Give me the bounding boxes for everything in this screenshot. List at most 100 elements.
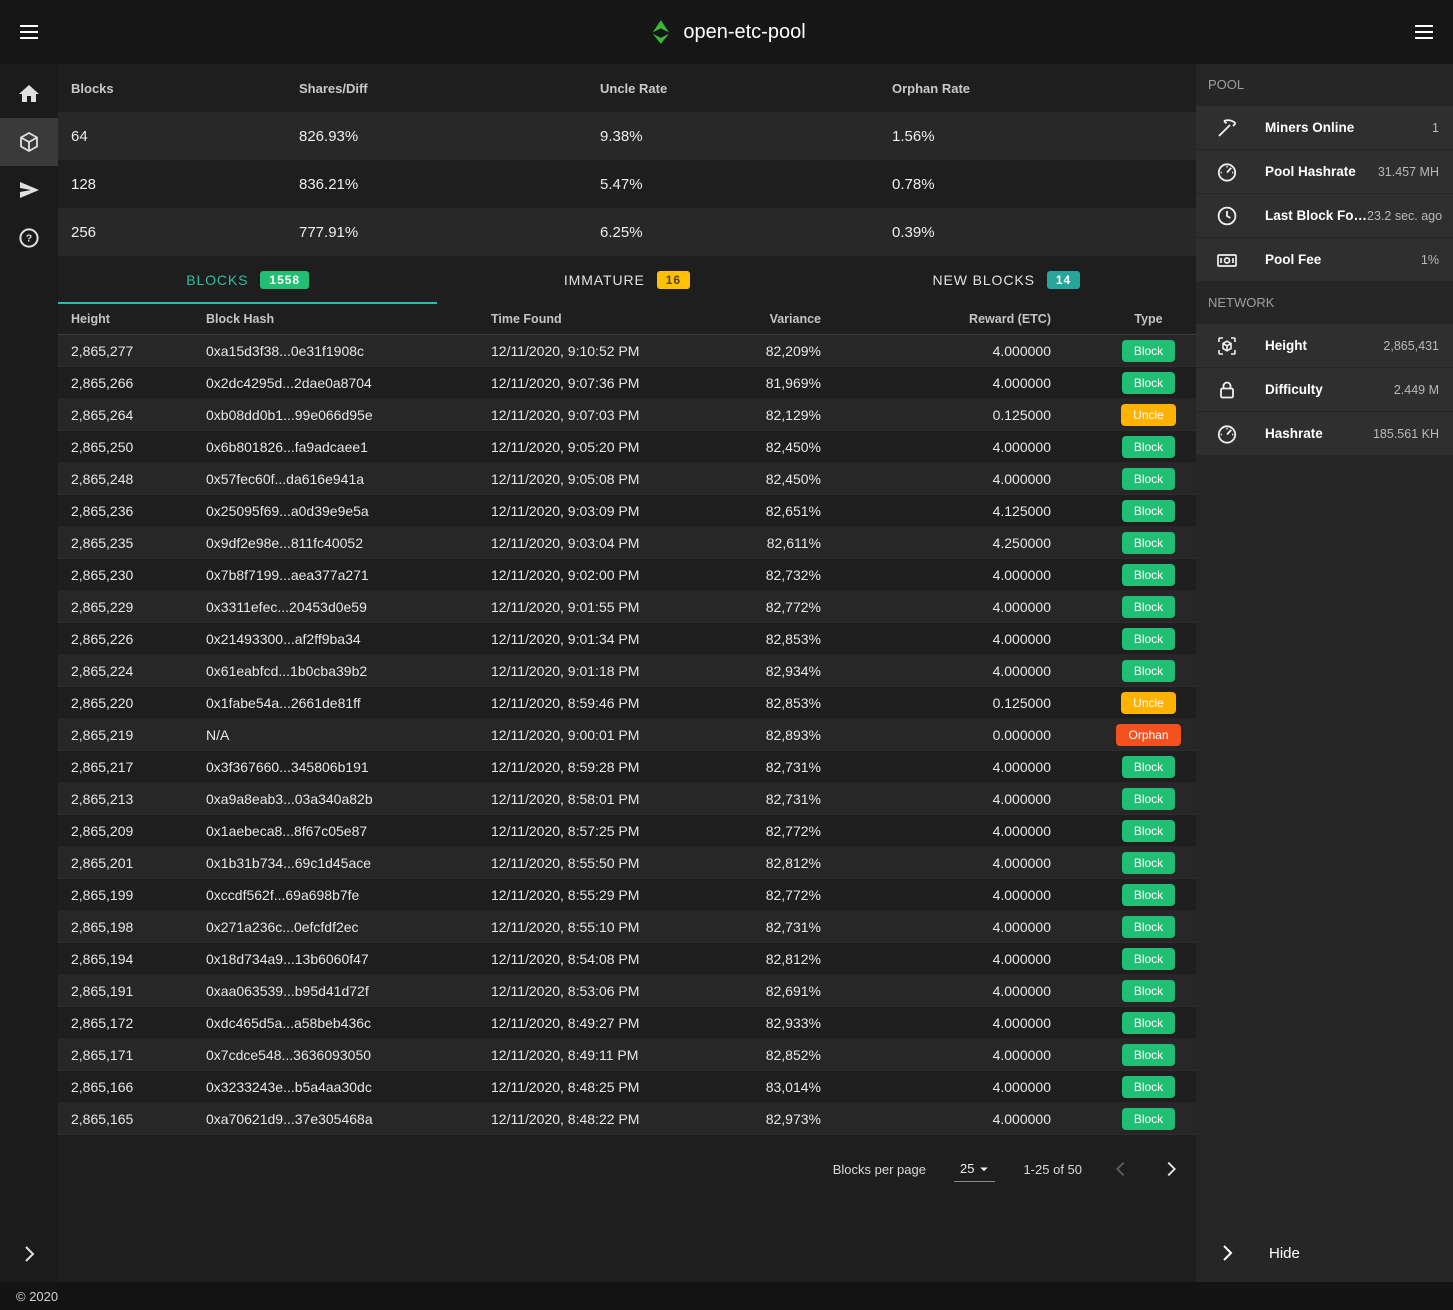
- block-type-cell: Block: [1051, 660, 1196, 682]
- type-badge-orphan: Orphan: [1116, 724, 1180, 746]
- block-hash-cell: 0x1fabe54a...2661de81ff: [206, 695, 491, 711]
- block-hash-cell: 0x1aebeca8...8f67c05e87: [206, 823, 491, 839]
- block-reward-cell: 4.000000: [821, 887, 1051, 903]
- blocks-per-page-label: Blocks per page: [833, 1162, 926, 1177]
- block-hash-cell: 0xa9a8eab3...03a340a82b: [206, 791, 491, 807]
- block-height-cell: 2,865,199: [58, 887, 206, 903]
- block-row[interactable]: 2,865,2640xb08dd0b1...99e066d95e12/11/20…: [58, 399, 1196, 431]
- nav-home[interactable]: [0, 70, 58, 118]
- left-rail-items: ?: [0, 64, 58, 262]
- block-variance-cell: 82,731%: [691, 759, 821, 775]
- block-height-cell: 2,865,209: [58, 823, 206, 839]
- block-row[interactable]: 2,865,2010x1b31b734...69c1d45ace12/11/20…: [58, 847, 1196, 879]
- stats-cell: 0.39%: [892, 224, 1196, 241]
- hide-sidebar-button[interactable]: Hide: [1196, 1224, 1453, 1282]
- nav-blocks-cube[interactable]: [0, 118, 58, 166]
- block-row[interactable]: 2,865,2660x2dc4295d...2dae0a870412/11/20…: [58, 367, 1196, 399]
- block-row[interactable]: 2,865,2480x57fec60f...da616e941a12/11/20…: [58, 463, 1196, 495]
- block-row[interactable]: 2,865,2300x7b8f7199...aea377a27112/11/20…: [58, 559, 1196, 591]
- block-reward-cell: 4.000000: [821, 1047, 1051, 1063]
- cash-icon: [1215, 248, 1239, 272]
- type-badge-block: Block: [1122, 852, 1175, 874]
- prev-page-button[interactable]: [1110, 1158, 1132, 1180]
- nav-help[interactable]: ?: [0, 214, 58, 262]
- block-variance-cell: 82,691%: [691, 983, 821, 999]
- block-reward-cell: 4.000000: [821, 471, 1051, 487]
- page-size-select[interactable]: 25: [954, 1157, 995, 1182]
- block-height-cell: 2,865,248: [58, 471, 206, 487]
- block-row[interactable]: 2,865,1910xaa063539...b95d41d72f12/11/20…: [58, 975, 1196, 1007]
- block-reward-cell: 4.000000: [821, 439, 1051, 455]
- block-reward-cell: 4.000000: [821, 983, 1051, 999]
- stats-cell: 1.56%: [892, 128, 1196, 145]
- block-variance-cell: 82,450%: [691, 471, 821, 487]
- menu-icon-right[interactable]: [1404, 12, 1444, 52]
- block-time-cell: 12/11/2020, 9:01:18 PM: [491, 663, 691, 679]
- block-row[interactable]: 2,865,2200x1fabe54a...2661de81ff12/11/20…: [58, 687, 1196, 719]
- stats-sidebar: POOL Miners Online1Pool Hashrate31.457 M…: [1196, 64, 1453, 1282]
- type-badge-block: Block: [1122, 564, 1175, 586]
- block-row[interactable]: 2,865,2290x3311efec...20453d0e5912/11/20…: [58, 591, 1196, 623]
- block-reward-cell: 4.125000: [821, 503, 1051, 519]
- block-type-cell: Block: [1051, 372, 1196, 394]
- block-row[interactable]: 2,865,2240x61eabfcd...1b0cba39b212/11/20…: [58, 655, 1196, 687]
- block-reward-cell: 4.000000: [821, 631, 1051, 647]
- tab-new-blocks[interactable]: NEW BLOCKS14: [817, 256, 1196, 304]
- block-type-cell: Block: [1051, 340, 1196, 362]
- block-row[interactable]: 2,865,2130xa9a8eab3...03a340a82b12/11/20…: [58, 783, 1196, 815]
- block-height-cell: 2,865,224: [58, 663, 206, 679]
- chevron-right-icon: [17, 1242, 41, 1266]
- block-hash-cell: 0x271a236c...0efcfdf2ec: [206, 919, 491, 935]
- next-page-button[interactable]: [1160, 1158, 1182, 1180]
- pagination: Blocks per page 25 1-25 of 50: [58, 1145, 1196, 1193]
- nav-send[interactable]: [0, 166, 58, 214]
- stat-label: Last Block Fo…: [1265, 208, 1367, 223]
- block-hash-cell: 0x2dc4295d...2dae0a8704: [206, 375, 491, 391]
- block-row[interactable]: 2,865,2090x1aebeca8...8f67c05e8712/11/20…: [58, 815, 1196, 847]
- hamburger-icon: [1412, 20, 1436, 44]
- block-row[interactable]: 2,865,1650xa70621d9...37e305468a12/11/20…: [58, 1103, 1196, 1135]
- block-hash-cell: 0x7b8f7199...aea377a271: [206, 567, 491, 583]
- block-type-cell: Block: [1051, 788, 1196, 810]
- block-reward-cell: 4.000000: [821, 1111, 1051, 1127]
- tab-immature[interactable]: IMMATURE16: [437, 256, 816, 304]
- stat-item-miners-online: Miners Online1: [1196, 106, 1453, 149]
- block-row[interactable]: 2,865,2350x9df2e98e...811fc4005212/11/20…: [58, 527, 1196, 559]
- block-variance-cell: 82,651%: [691, 503, 821, 519]
- block-row[interactable]: 2,865,1940x18d734a9...13b6060f4712/11/20…: [58, 943, 1196, 975]
- block-reward-cell: 4.000000: [821, 1079, 1051, 1095]
- block-time-cell: 12/11/2020, 8:48:25 PM: [491, 1079, 691, 1095]
- block-row[interactable]: 2,865,1660x3233243e...b5a4aa30dc12/11/20…: [58, 1071, 1196, 1103]
- tab-blocks[interactable]: BLOCKS1558: [58, 256, 437, 304]
- stats-header-cell: Uncle Rate: [600, 81, 892, 96]
- menu-icon[interactable]: [9, 12, 49, 52]
- tab-label: IMMATURE: [564, 272, 645, 288]
- block-height-cell: 2,865,250: [58, 439, 206, 455]
- block-height-cell: 2,865,226: [58, 631, 206, 647]
- type-badge-block: Block: [1122, 884, 1175, 906]
- block-row[interactable]: 2,865,2770xa15d3f38...0e31f1908c12/11/20…: [58, 335, 1196, 367]
- stats-header-cell: Blocks: [58, 81, 299, 96]
- stats-cell: 826.93%: [299, 128, 600, 145]
- block-row[interactable]: 2,865,1720xdc465d5a...a58beb436c12/11/20…: [58, 1007, 1196, 1039]
- expand-rail-button[interactable]: [0, 1242, 58, 1266]
- block-row[interactable]: 2,865,2260x21493300...af2ff9ba3412/11/20…: [58, 623, 1196, 655]
- block-variance-cell: 82,853%: [691, 631, 821, 647]
- block-reward-cell: 4.250000: [821, 535, 1051, 551]
- block-height-cell: 2,865,213: [58, 791, 206, 807]
- block-row[interactable]: 2,865,219N/A12/11/2020, 9:00:01 PM82,893…: [58, 719, 1196, 751]
- block-row[interactable]: 2,865,1710x7cdce548...363609305012/11/20…: [58, 1039, 1196, 1071]
- network-items: Height2,865,431Difficulty2.449 MHashrate…: [1196, 324, 1453, 455]
- app-title: open-etc-pool: [683, 21, 805, 44]
- stat-label: Height: [1265, 338, 1307, 353]
- block-height-cell: 2,865,264: [58, 407, 206, 423]
- stat-item-hashrate: Hashrate185.561 KH: [1196, 412, 1453, 455]
- block-reward-cell: 0.125000: [821, 695, 1051, 711]
- block-row[interactable]: 2,865,2360x25095f69...a0d39e9e5a12/11/20…: [58, 495, 1196, 527]
- block-row[interactable]: 2,865,2170x3f367660...345806b19112/11/20…: [58, 751, 1196, 783]
- block-row[interactable]: 2,865,1980x271a236c...0efcfdf2ec12/11/20…: [58, 911, 1196, 943]
- block-time-cell: 12/11/2020, 9:07:03 PM: [491, 407, 691, 423]
- block-row[interactable]: 2,865,1990xccdf562f...69a698b7fe12/11/20…: [58, 879, 1196, 911]
- block-row[interactable]: 2,865,2500x6b801826...fa9adcaee112/11/20…: [58, 431, 1196, 463]
- stat-label: Miners Online: [1265, 120, 1354, 135]
